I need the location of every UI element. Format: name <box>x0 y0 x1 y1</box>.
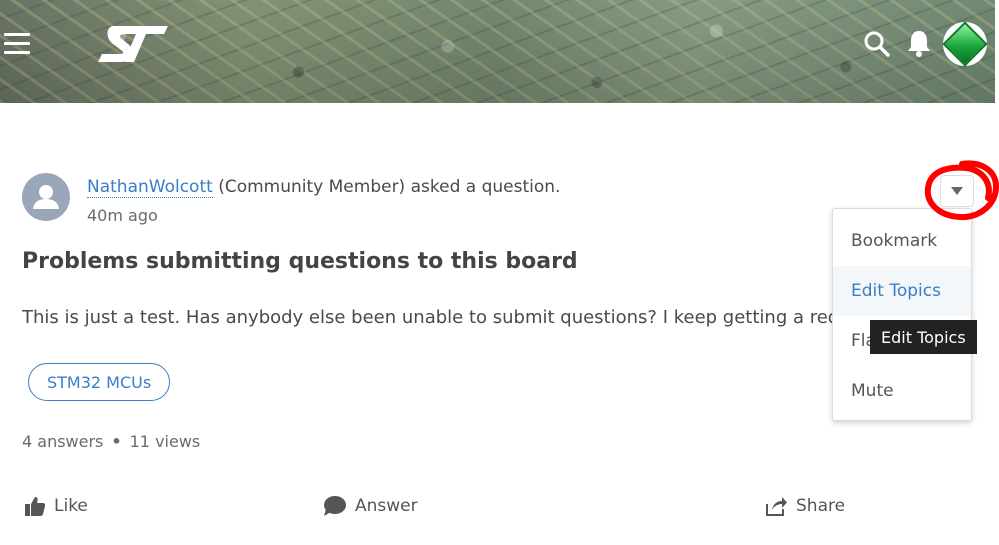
header-banner <box>0 0 995 103</box>
caret-down-icon <box>951 187 963 195</box>
thumbs-up-icon <box>25 497 46 516</box>
views-count: 11 views <box>129 432 201 451</box>
stats-separator: • <box>111 432 122 451</box>
post-options-dropdown-button[interactable] <box>940 175 974 207</box>
author-avatar[interactable] <box>22 173 70 221</box>
author-role-text: (Community Member) asked a question. <box>218 177 561 197</box>
bell-icon[interactable] <box>904 28 934 58</box>
share-label: Share <box>796 496 846 516</box>
author-name-link[interactable]: NathanWolcott <box>87 177 213 198</box>
topic-tag[interactable]: STM32 MCUs <box>28 363 171 401</box>
menu-item-edit-topics[interactable]: Edit Topics <box>833 266 971 316</box>
question-title: Problems submitting questions to this bo… <box>22 249 578 274</box>
person-icon <box>33 185 59 209</box>
menu-item-bookmark[interactable]: Bookmark <box>833 216 971 266</box>
answers-count[interactable]: 4 answers <box>22 432 103 451</box>
question-body: This is just a test. Has anybody else be… <box>22 307 834 328</box>
share-icon <box>766 497 787 516</box>
st-logo[interactable] <box>96 22 170 66</box>
search-icon[interactable] <box>863 30 891 58</box>
like-label: Like <box>54 496 88 516</box>
answer-button[interactable]: Answer <box>323 495 418 517</box>
author-line: NathanWolcott (Community Member) asked a… <box>87 177 561 198</box>
speech-bubble-icon <box>324 496 346 516</box>
post-stats: 4 answers • 11 views <box>22 432 200 451</box>
post-timestamp: 40m ago <box>87 206 158 225</box>
menu-item-mute[interactable]: Mute <box>833 366 971 416</box>
answer-label: Answer <box>355 496 418 516</box>
share-button[interactable]: Share <box>764 495 845 517</box>
like-button[interactable]: Like <box>24 495 88 517</box>
post-options-menu: Bookmark Edit Topics Flag Mute <box>832 208 972 421</box>
edit-topics-tooltip: Edit Topics <box>870 320 977 354</box>
hamburger-icon[interactable] <box>4 33 30 55</box>
user-avatar[interactable] <box>942 21 988 67</box>
